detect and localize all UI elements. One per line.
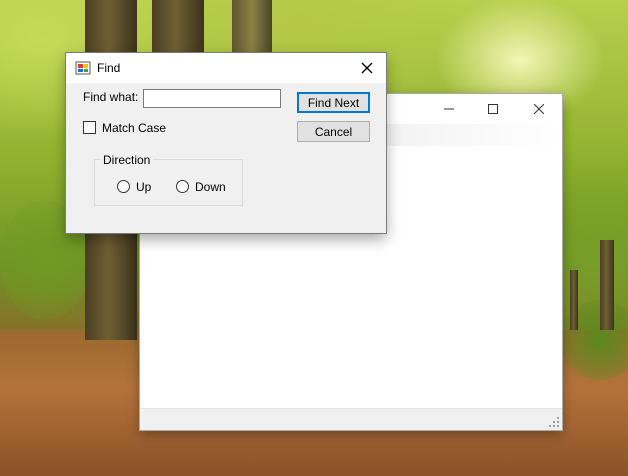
find-dialog: Find Find what: Find Next Cancel Match C… <box>66 53 386 233</box>
status-strip <box>140 408 562 430</box>
find-what-input[interactable] <box>143 89 281 108</box>
minimize-button[interactable] <box>426 94 472 124</box>
direction-up-label[interactable]: Up <box>136 180 151 194</box>
maximize-button[interactable] <box>470 94 516 124</box>
direction-up-radio[interactable] <box>117 180 130 193</box>
find-next-button[interactable]: Find Next <box>297 92 370 113</box>
tree-trunk <box>152 0 204 60</box>
match-case-checkbox[interactable] <box>83 121 96 134</box>
match-case-label[interactable]: Match Case <box>102 121 166 135</box>
dialog-close-button[interactable] <box>358 59 376 77</box>
tree-trunk <box>600 240 614 330</box>
direction-group-label: Direction <box>100 153 154 167</box>
close-button[interactable] <box>516 94 562 124</box>
dialog-title: Find <box>97 61 121 75</box>
app-form-icon <box>75 61 91 75</box>
maximize-icon <box>488 104 498 114</box>
close-icon <box>534 104 544 114</box>
direction-down-radio[interactable] <box>176 180 189 193</box>
resize-grip-icon[interactable] <box>548 416 560 428</box>
tree-trunk <box>570 270 578 330</box>
cancel-button[interactable]: Cancel <box>297 121 370 142</box>
close-icon <box>361 62 373 74</box>
dialog-titlebar[interactable]: Find <box>66 53 386 83</box>
tree-trunk <box>232 0 272 60</box>
find-what-label: Find what: <box>83 90 139 104</box>
direction-down-label[interactable]: Down <box>195 180 226 194</box>
minimize-icon <box>444 108 454 110</box>
